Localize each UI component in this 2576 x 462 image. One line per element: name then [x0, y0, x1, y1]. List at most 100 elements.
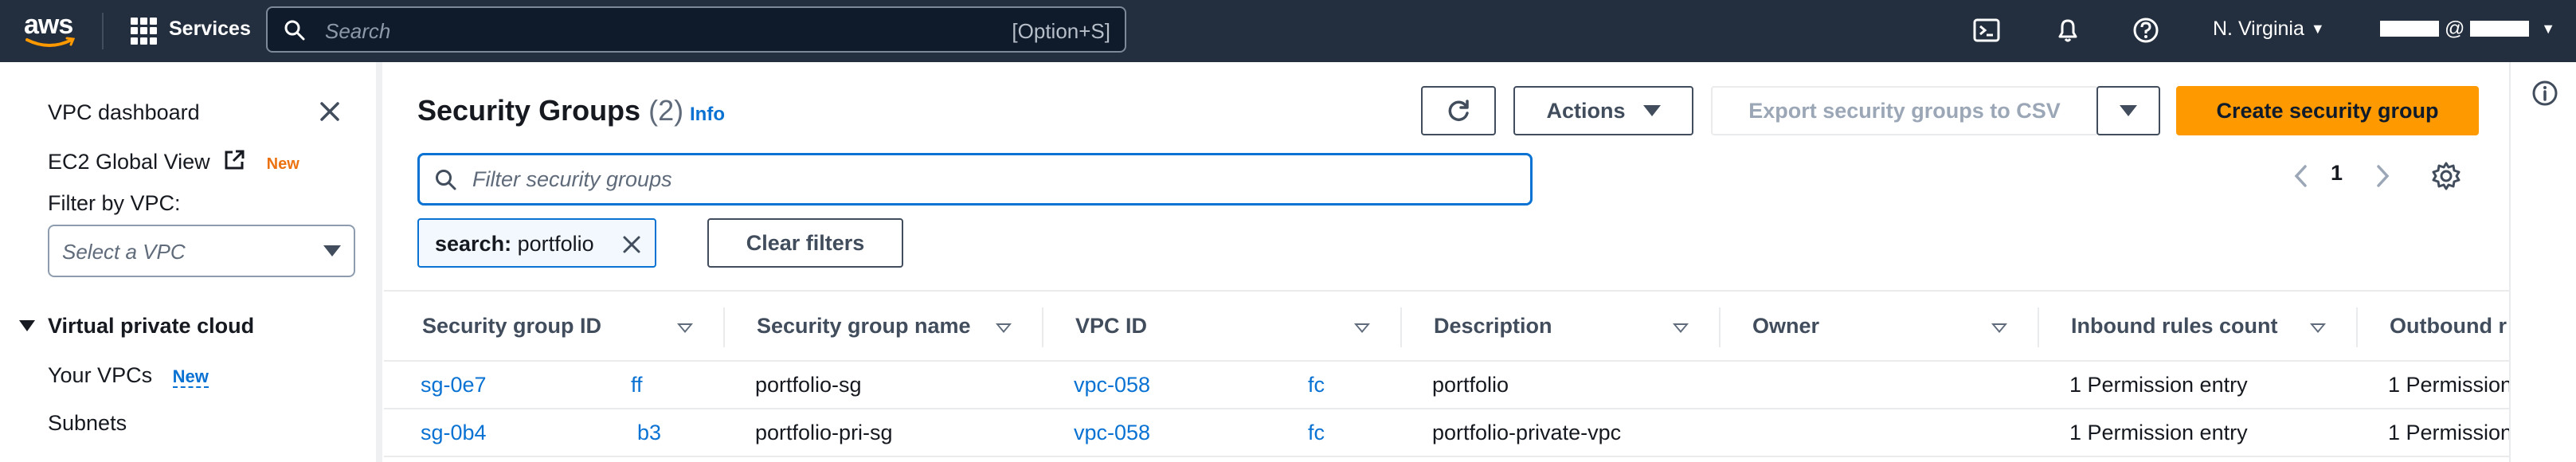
- close-icon[interactable]: [315, 97, 344, 126]
- sort-icon[interactable]: [996, 323, 1012, 333]
- security-group-id-link[interactable]: sg-0b4: [421, 421, 487, 445]
- create-security-group-button[interactable]: Create security group: [2176, 86, 2479, 135]
- aws-logo[interactable]: aws: [24, 8, 81, 54]
- gear-icon[interactable]: [2431, 161, 2461, 191]
- help-icon[interactable]: [2132, 16, 2160, 45]
- sort-icon[interactable]: [1991, 323, 2007, 333]
- redacted-account: [2380, 21, 2439, 37]
- column-divider[interactable]: [1400, 307, 1402, 347]
- column-header-vpc-id[interactable]: VPC ID: [1075, 314, 1147, 339]
- description: portfolio-private-vpc: [1432, 421, 1622, 444]
- sidebar-item-label: Your VPCs: [48, 363, 153, 387]
- cloudshell-icon[interactable]: [1972, 16, 2001, 45]
- sidebar-item-your-vpcs[interactable]: Your VPCs New: [48, 363, 209, 388]
- search-placeholder: Search: [325, 19, 391, 43]
- clear-filters-button[interactable]: Clear filters: [707, 218, 903, 268]
- sidebar-item-vpc-dashboard[interactable]: VPC dashboard: [48, 100, 200, 125]
- nav-divider: [102, 13, 104, 49]
- refresh-button[interactable]: [1421, 86, 1496, 135]
- table-row[interactable]: sg-0e7 ff portfolio-sg vpc-058 fc portfo…: [384, 362, 2509, 409]
- new-badge: New: [266, 155, 299, 173]
- filter-by-vpc-label: Filter by VPC:: [48, 191, 181, 215]
- account-at: @: [2444, 18, 2465, 40]
- search-shortcut: [Option+S]: [1012, 19, 1110, 43]
- actions-button[interactable]: Actions: [1513, 86, 1693, 135]
- vpc-id-suffix[interactable]: fc: [1308, 421, 1325, 445]
- vpc-select[interactable]: Select a VPC: [48, 225, 355, 277]
- sort-icon[interactable]: [2310, 323, 2326, 333]
- refresh-icon: [1448, 100, 1469, 121]
- search-icon: [284, 20, 305, 41]
- title-text: Security Groups: [417, 94, 641, 127]
- security-groups-panel: Security Groups (2) Info Actions Export …: [384, 62, 2509, 462]
- security-group-id-suffix[interactable]: b3: [637, 421, 661, 445]
- table-header: Security group ID Security group name VP…: [384, 290, 2509, 362]
- info-icon[interactable]: [2531, 80, 2558, 107]
- page-title: Security Groups (2): [417, 94, 683, 127]
- chevron-down-icon: ▼: [2541, 21, 2556, 37]
- column-divider[interactable]: [2356, 307, 2358, 347]
- grid-icon[interactable]: [131, 18, 158, 45]
- chevron-left-icon[interactable]: [2289, 162, 2313, 190]
- chevron-right-icon[interactable]: [2370, 162, 2394, 190]
- page-number[interactable]: 1: [2331, 161, 2343, 186]
- filter-token: search: portfolio: [417, 218, 656, 268]
- external-link-icon: [225, 150, 245, 170]
- sort-icon[interactable]: [1673, 323, 1689, 333]
- close-icon[interactable]: [620, 233, 644, 256]
- chevron-down-icon: [1642, 105, 1661, 116]
- token-label: search: portfolio: [435, 232, 594, 256]
- chevron-down-icon: [2120, 105, 2137, 116]
- chevron-down-icon: [323, 245, 341, 256]
- filter-security-groups-input[interactable]: Filter security groups: [417, 153, 1533, 206]
- vpc-id-suffix[interactable]: fc: [1308, 373, 1325, 397]
- security-group-id-link[interactable]: sg-0e7: [421, 373, 487, 397]
- description: portfolio: [1432, 373, 1509, 397]
- sidebar-item-label: EC2 Global View: [48, 150, 210, 174]
- aws-smile-icon: [25, 37, 76, 47]
- sort-icon[interactable]: [677, 323, 693, 333]
- column-header-owner[interactable]: Owner: [1752, 314, 1819, 339]
- new-badge: New: [172, 366, 209, 388]
- column-header-security-group-name[interactable]: Security group name: [757, 314, 971, 339]
- info-link[interactable]: Info: [690, 104, 725, 126]
- export-csv-button[interactable]: Export security groups to CSV: [1711, 86, 2098, 135]
- top-navigation: aws Services Search [Option+S] N. Virgin…: [0, 0, 2576, 62]
- column-header-outbound-rules-count[interactable]: Outbound r: [2390, 314, 2507, 339]
- token-key: search:: [435, 232, 512, 256]
- inbound-rules-count: 1 Permission entry: [2069, 421, 2248, 444]
- actions-label: Actions: [1546, 98, 1626, 123]
- column-header-description[interactable]: Description: [1434, 314, 1552, 339]
- outbound-rules-count: 1 Permission: [2388, 421, 2509, 444]
- sidebar-item-subnets[interactable]: Subnets: [48, 411, 127, 436]
- vpc-id-link[interactable]: vpc-058: [1074, 373, 1150, 397]
- main-content: Security Groups (2) Info Actions Export …: [384, 62, 2509, 462]
- services-menu[interactable]: Services: [169, 18, 251, 41]
- column-divider[interactable]: [1719, 307, 1721, 347]
- global-search-input[interactable]: Search [Option+S]: [266, 6, 1126, 53]
- region-selector[interactable]: N. Virginia ▼: [2213, 18, 2325, 41]
- select-placeholder: Select a VPC: [62, 240, 186, 264]
- token-value: portfolio: [517, 232, 594, 256]
- column-divider[interactable]: [1042, 307, 1043, 347]
- region-label: N. Virginia: [2213, 18, 2304, 40]
- sidebar-item-ec2-global-view[interactable]: EC2 Global View New: [48, 148, 299, 174]
- sidebar-resize-handle[interactable]: [376, 62, 382, 462]
- export-dropdown-button[interactable]: [2096, 86, 2160, 135]
- column-divider[interactable]: [2038, 307, 2039, 347]
- redacted-account-name: [2470, 21, 2530, 37]
- inbound-rules-count: 1 Permission entry: [2069, 373, 2248, 397]
- security-group-name: portfolio-pri-sg: [755, 421, 893, 444]
- column-divider[interactable]: [723, 307, 725, 347]
- security-group-id-suffix[interactable]: ff: [631, 373, 643, 397]
- help-panel-rail: [2509, 62, 2576, 462]
- sort-icon[interactable]: [1354, 323, 1370, 333]
- vpc-id-link[interactable]: vpc-058: [1074, 421, 1150, 445]
- column-header-inbound-rules-count[interactable]: Inbound rules count: [2071, 314, 2277, 339]
- column-header-security-group-id[interactable]: Security group ID: [422, 314, 601, 339]
- section-label: Virtual private cloud: [48, 314, 255, 338]
- bell-icon[interactable]: [2053, 16, 2082, 45]
- table-row[interactable]: sg-0b4 b3 portfolio-pri-sg vpc-058 fc po…: [384, 409, 2509, 457]
- section-virtual-private-cloud[interactable]: Virtual private cloud: [19, 314, 254, 339]
- account-menu[interactable]: @ ▼: [2380, 18, 2555, 41]
